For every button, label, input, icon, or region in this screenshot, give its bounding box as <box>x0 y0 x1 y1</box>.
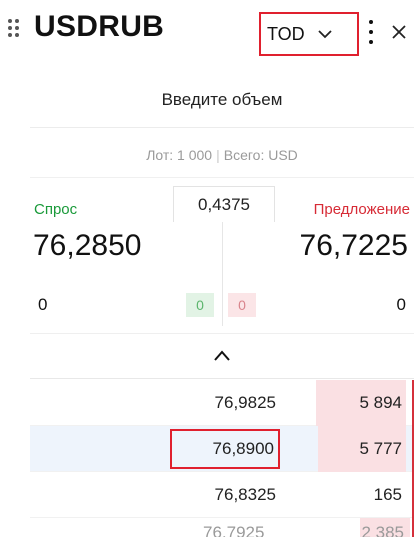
spread-value: 0,4375 <box>173 186 275 222</box>
ask-count-badge: 0 <box>228 293 256 317</box>
lot-info: Лот: 1 000 | Всего: USD <box>30 132 414 178</box>
volume-input[interactable]: Введите объем <box>30 72 414 128</box>
ask-price[interactable]: 76,7225 <box>300 229 408 263</box>
lot-total: Всего: USD <box>223 146 298 163</box>
widget-header: USDRUB TOD <box>0 0 414 66</box>
order-book-row[interactable]: 76,9825 5 894 <box>30 380 414 426</box>
chevron-down-icon <box>318 30 332 39</box>
volume-placeholder: Введите объем <box>161 89 283 109</box>
order-book-row[interactable]: 76,8900 5 777 <box>30 426 414 472</box>
instrument-title: USDRUB <box>34 10 165 43</box>
order-volume-cell: 5 777 <box>286 426 410 472</box>
quantity-row: 0 0 0 0 <box>30 285 414 325</box>
more-vertical-icon[interactable] <box>366 20 376 46</box>
drag-handle-icon[interactable] <box>8 19 22 43</box>
bid-count-badge: 0 <box>186 293 214 317</box>
order-volume-cell: 5 894 <box>286 380 410 426</box>
ask-label: Предложение <box>313 201 410 218</box>
chevron-up-icon <box>214 350 230 361</box>
order-volume: 5 894 <box>359 393 402 412</box>
term-select[interactable]: TOD <box>259 12 359 56</box>
order-book: 76,9825 5 894 76,8900 5 777 76,8325 165 <box>30 380 414 518</box>
order-price: 76,7925 <box>203 523 265 537</box>
term-label: TOD <box>267 23 305 44</box>
bid-label: Спрос <box>34 201 78 218</box>
bid-quantity: 0 <box>38 295 48 314</box>
order-volume-cell: 165 <box>286 472 410 518</box>
order-book-row[interactable]: 76,8325 165 <box>30 472 414 518</box>
order-price: 76,8325 <box>214 485 276 504</box>
order-price: 76,9825 <box>214 393 276 412</box>
collapse-toggle[interactable] <box>30 333 414 379</box>
order-volume: 2 385 <box>361 523 404 537</box>
lot-size: Лот: 1 000 <box>146 146 213 163</box>
lot-separator: | <box>216 146 220 163</box>
order-volume: 165 <box>373 485 402 504</box>
close-icon[interactable] <box>390 22 408 42</box>
left-gutter <box>0 66 30 537</box>
bid-price[interactable]: 76,2850 <box>33 229 141 263</box>
ask-quantity: 0 <box>396 295 406 314</box>
order-book-partial-row: 76,7925 2 385 <box>30 518 414 537</box>
order-price: 76,8900 <box>170 429 280 469</box>
order-volume: 5 777 <box>359 439 402 458</box>
